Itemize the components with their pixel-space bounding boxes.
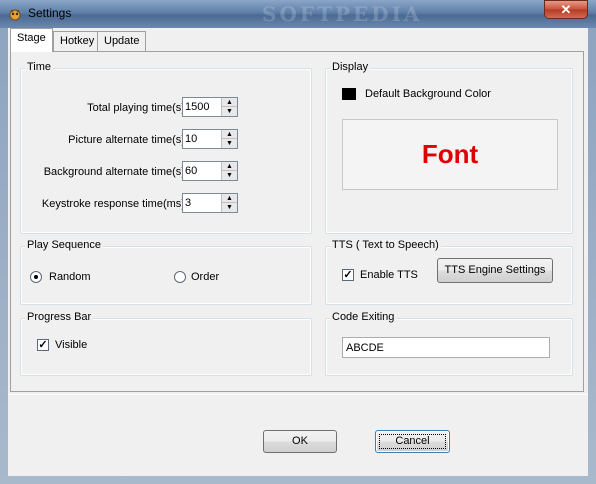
- visible-label[interactable]: Visible: [55, 339, 87, 351]
- background-color-label[interactable]: Default Background Color: [365, 88, 491, 100]
- keystroke-response-time-label: Keystroke response time(ms):: [41, 198, 188, 210]
- order-radio[interactable]: [174, 271, 186, 283]
- spinner-arrows: ▲ ▼: [221, 130, 237, 148]
- tts-engine-settings-label: TTS Engine Settings: [444, 264, 546, 276]
- picture-alternate-time-label: Picture alternate time(s):: [68, 134, 188, 146]
- settings-window: SOFTPEDIA Settings ✕ Stage Hotkey Update…: [0, 0, 596, 484]
- softpedia-watermark: SOFTPEDIA: [262, 2, 423, 26]
- keystroke-response-time-input[interactable]: [185, 195, 221, 211]
- tts-group: TTS ( Text to Speech) ✓ Enable TTS TTS E…: [325, 239, 573, 305]
- dialog-client-area: Stage Hotkey Update Time Total playing t…: [8, 28, 588, 476]
- picture-alternate-time-input[interactable]: [185, 131, 221, 147]
- display-group-title: Display: [330, 61, 371, 73]
- visible-checkbox[interactable]: ✓: [37, 339, 49, 351]
- window-title: Settings: [28, 6, 72, 20]
- spinner-arrows: ▲ ▼: [221, 98, 237, 116]
- spin-up-icon[interactable]: ▲: [222, 162, 237, 171]
- spin-down-icon[interactable]: ▼: [222, 203, 237, 212]
- close-button[interactable]: ✕: [544, 0, 588, 19]
- spin-up-icon[interactable]: ▲: [222, 98, 237, 107]
- random-radio[interactable]: [30, 271, 42, 283]
- code-exiting-group-title: Code Exiting: [330, 311, 397, 323]
- dialog-button-area: OK Cancel: [8, 394, 588, 476]
- total-playing-time-input[interactable]: [185, 99, 221, 115]
- tab-stage[interactable]: Stage: [10, 28, 53, 52]
- order-label[interactable]: Order: [191, 271, 219, 283]
- code-exiting-group: Code Exiting: [325, 311, 573, 376]
- tts-group-title: TTS ( Text to Speech): [330, 239, 441, 251]
- spin-up-icon[interactable]: ▲: [222, 194, 237, 203]
- font-preview-box[interactable]: Font: [342, 119, 558, 190]
- time-group-title: Time: [25, 61, 54, 73]
- random-label[interactable]: Random: [49, 271, 91, 283]
- play-sequence-group-title: Play Sequence: [25, 239, 103, 251]
- progress-bar-group: Progress Bar ✓ Visible: [20, 311, 312, 376]
- total-playing-time-label: Total playing time(s):: [87, 102, 188, 114]
- focus-rectangle: [379, 434, 446, 449]
- ok-button[interactable]: OK: [263, 430, 337, 453]
- enable-tts-checkbox[interactable]: ✓: [342, 269, 354, 281]
- app-icon: [9, 9, 21, 21]
- background-color-swatch[interactable]: [342, 88, 356, 100]
- tab-update[interactable]: Update: [97, 31, 147, 51]
- total-playing-time-spinner[interactable]: ▲ ▼: [182, 97, 238, 117]
- tab-label: Stage: [17, 32, 46, 44]
- background-alternate-time-spinner[interactable]: ▲ ▼: [182, 161, 238, 181]
- spin-down-icon[interactable]: ▼: [222, 171, 237, 180]
- background-alternate-time-input[interactable]: [185, 163, 221, 179]
- tab-hotkey[interactable]: Hotkey: [53, 31, 102, 51]
- time-group: Time Total playing time(s): ▲ ▼ Picture …: [20, 61, 312, 234]
- spin-up-icon[interactable]: ▲: [222, 130, 237, 139]
- code-exiting-field[interactable]: [342, 337, 550, 358]
- font-sample-text: Font: [421, 139, 479, 169]
- spin-down-icon[interactable]: ▼: [222, 107, 237, 116]
- play-sequence-group: Play Sequence Random Order: [20, 239, 312, 305]
- ok-label: OK: [292, 435, 308, 447]
- cancel-button[interactable]: Cancel: [375, 430, 450, 453]
- stage-tab-panel: Time Total playing time(s): ▲ ▼ Picture …: [10, 51, 584, 392]
- close-icon: ✕: [560, 2, 572, 17]
- spinner-arrows: ▲ ▼: [221, 162, 237, 180]
- tab-label: Hotkey: [60, 35, 95, 47]
- enable-tts-label[interactable]: Enable TTS: [360, 269, 418, 281]
- spin-down-icon[interactable]: ▼: [222, 139, 237, 148]
- keystroke-response-time-spinner[interactable]: ▲ ▼: [182, 193, 238, 213]
- spinner-arrows: ▲ ▼: [221, 194, 237, 212]
- tab-label: Update: [104, 35, 140, 47]
- code-exiting-input[interactable]: [343, 338, 549, 357]
- background-alternate-time-label: Background alternate time(s):: [43, 166, 188, 178]
- title-bar[interactable]: SOFTPEDIA Settings ✕: [0, 0, 596, 28]
- tts-engine-settings-button[interactable]: TTS Engine Settings: [437, 258, 553, 283]
- display-group: Display Default Background Color Font: [325, 61, 573, 234]
- progress-bar-group-title: Progress Bar: [25, 311, 94, 323]
- picture-alternate-time-spinner[interactable]: ▲ ▼: [182, 129, 238, 149]
